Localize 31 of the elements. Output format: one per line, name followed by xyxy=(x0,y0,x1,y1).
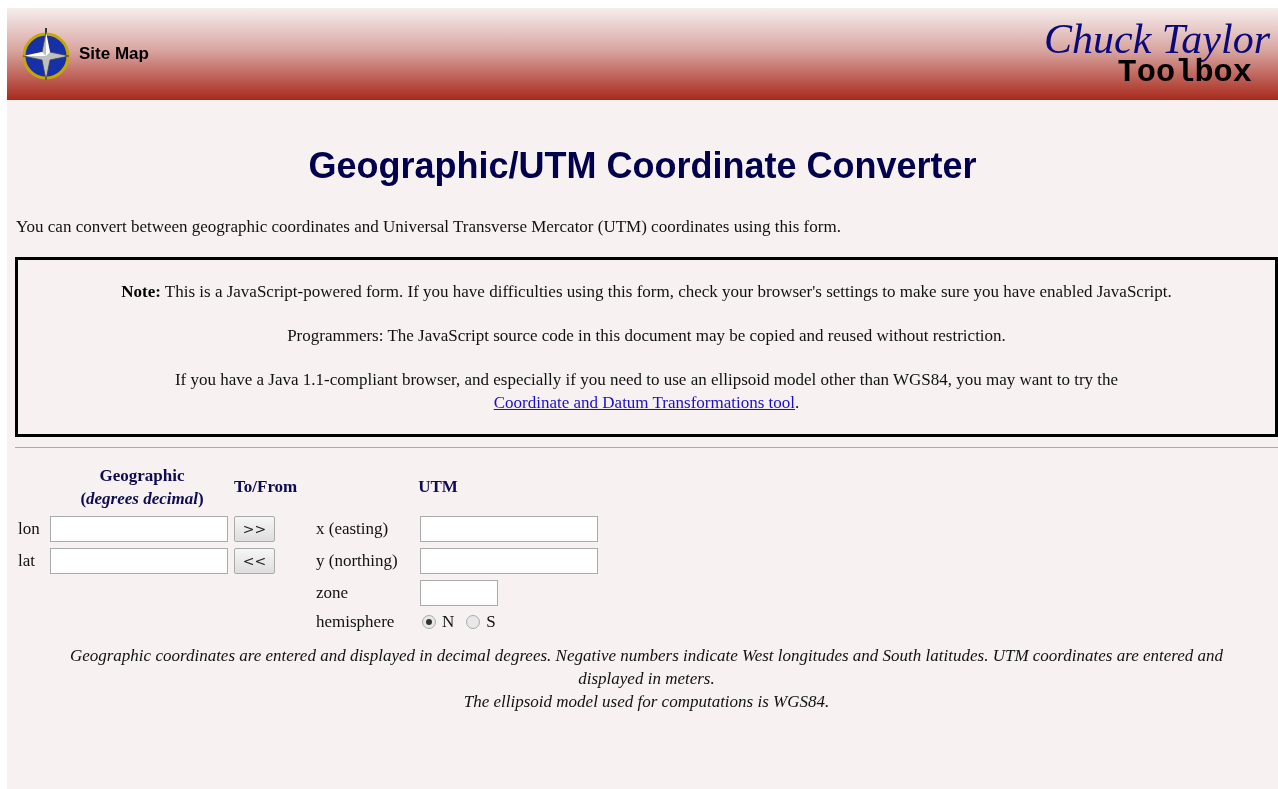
radio-button[interactable] xyxy=(422,615,436,629)
radio-button[interactable] xyxy=(466,615,481,629)
note-paragraph: If you have a Java 1.1-compliant browser, and especially if you need to use an ellipsoid model other than WGS84, you may want to try the Coordinate and Datum Transformations tool. xyxy=(173,369,1120,414)
page-title: Geographic/UTM Coordinate Converter xyxy=(307,145,978,187)
input-field[interactable] xyxy=(50,548,228,574)
column-heading: Geographic (degrees decimal) xyxy=(79,465,205,510)
input-field[interactable] xyxy=(420,548,598,574)
radio-label: N xyxy=(442,612,455,632)
tool-link[interactable]: Coordinate and Datum Transformations tool xyxy=(493,393,795,412)
footer-note: The ellipsoid model used for computations is WGS84. xyxy=(462,691,831,713)
logo: Chuck Taylor Toolbox xyxy=(1044,19,1270,87)
convert-button[interactable]: >> xyxy=(234,516,275,542)
site-map-link[interactable]: Site Map xyxy=(79,44,149,64)
field-label: x (easting) xyxy=(316,519,390,539)
compass-icon[interactable] xyxy=(21,26,71,82)
input-field[interactable] xyxy=(50,516,228,542)
field-label: y (northing) xyxy=(316,551,399,571)
field-label: hemisphere xyxy=(316,612,396,632)
note-paragraph: Programmers: The JavaScript source code in this document may be copied and reused without restriction. xyxy=(286,325,1007,347)
radio-label: S xyxy=(486,612,496,632)
input-field[interactable] xyxy=(420,580,498,606)
input-field[interactable] xyxy=(420,516,598,542)
convert-button[interactable]: << xyxy=(234,548,275,574)
field-label: lon xyxy=(18,519,41,539)
field-label: zone xyxy=(316,583,350,603)
column-heading: To/From xyxy=(234,477,299,497)
field-label: lat xyxy=(18,551,36,571)
column-heading: UTM xyxy=(417,477,459,497)
footer-note: Geographic coordinates are entered and displayed in decimal degrees. Negative numbers indicate West longitudes and South latitudes. UTM coordinates are entered and displayed in meters. xyxy=(68,645,1225,690)
note-paragraph: Note: This is a JavaScript-powered form. If you have difficulties using this form, check your browser's settings to make sure you have enabled JavaScript. xyxy=(120,281,1173,303)
intro-text: You can convert between geographic coordinates and Universal Transverse Mercator (UTM) coordinates using this form. xyxy=(16,217,842,237)
